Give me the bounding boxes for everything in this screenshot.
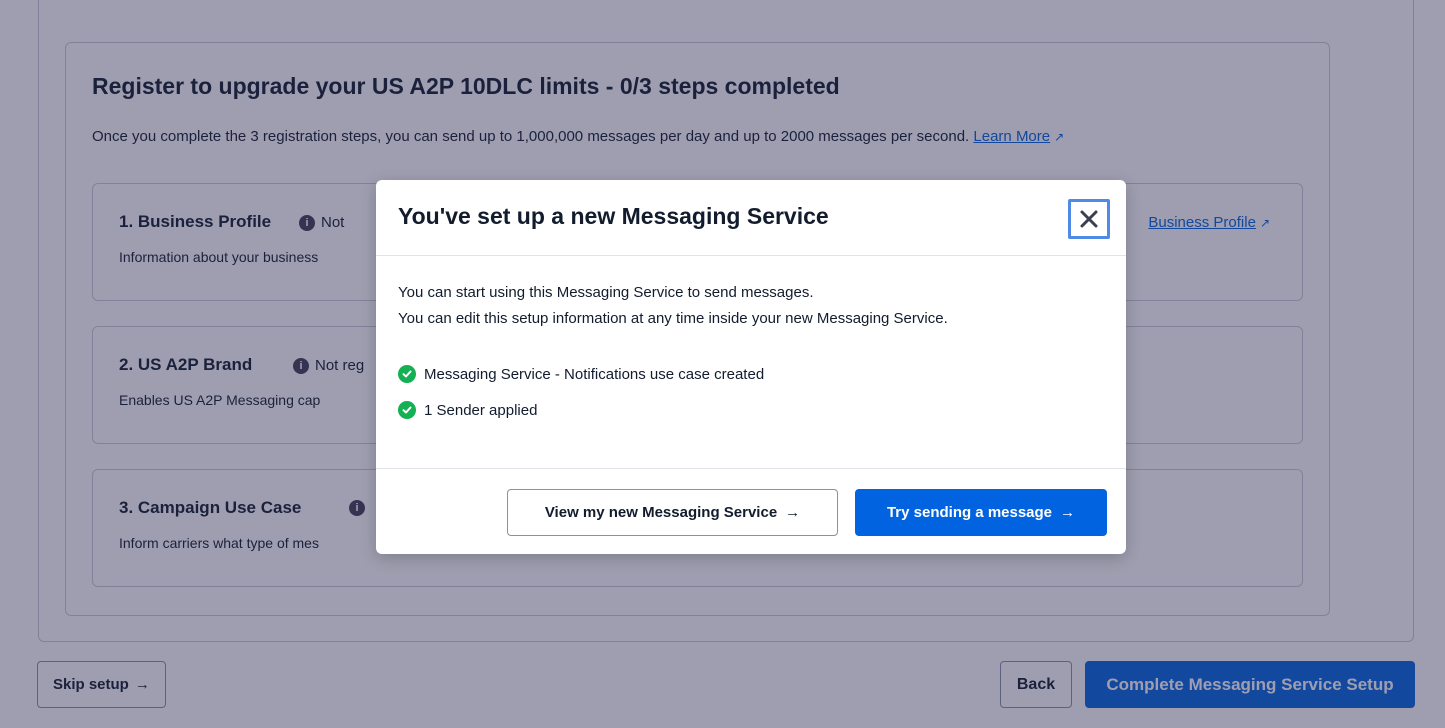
success-modal: You've set up a new Messaging Service Yo… (376, 180, 1126, 554)
page: Register to upgrade your US A2P 10DLC li… (0, 0, 1445, 728)
check-item-label: Messaging Service - Notifications use ca… (424, 365, 765, 383)
modal-title: You've set up a new Messaging Service (398, 203, 829, 229)
modal-header: You've set up a new Messaging Service (376, 180, 1126, 256)
check-list: Messaging Service - Notifications use ca… (398, 356, 1104, 428)
check-circle-icon (398, 365, 416, 383)
arrow-right-icon: → (785, 504, 801, 521)
modal-body-line: You can start using this Messaging Servi… (398, 284, 814, 301)
modal-body-line: You can edit this setup information at a… (398, 310, 948, 327)
close-icon (1080, 210, 1098, 228)
view-messaging-service-button[interactable]: View my new Messaging Service → (507, 489, 838, 536)
list-item: Messaging Service - Notifications use ca… (398, 356, 1104, 392)
check-circle-icon (398, 401, 416, 419)
try-sending-message-button[interactable]: Try sending a message → (855, 489, 1107, 536)
close-button[interactable] (1068, 199, 1110, 239)
view-messaging-service-label: View my new Messaging Service (544, 504, 778, 521)
modal-footer: View my new Messaging Service → Try send… (376, 468, 1126, 554)
modal-body: You can start using this Messaging Servi… (398, 280, 1104, 428)
list-item: 1 Sender applied (398, 392, 1104, 428)
arrow-right-icon: → (1060, 504, 1076, 521)
check-item-label: 1 Sender applied (424, 401, 538, 419)
try-sending-message-label: Try sending a message (886, 504, 1053, 521)
